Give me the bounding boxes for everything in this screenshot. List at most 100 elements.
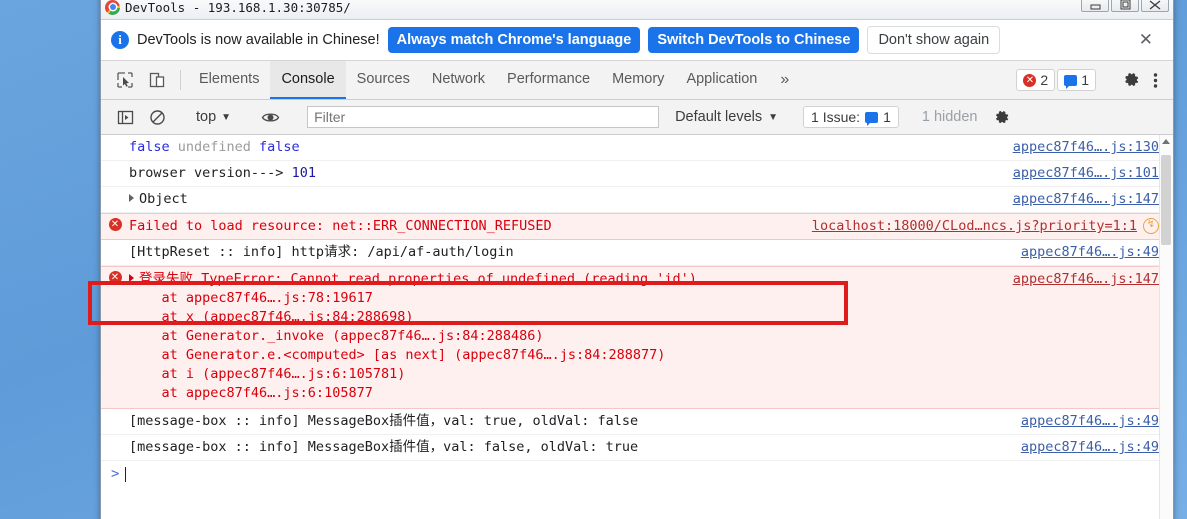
- hidden-messages-label: 1 hidden: [921, 109, 978, 125]
- info-icon: i: [111, 31, 129, 49]
- error-count-badge[interactable]: ✕ 2: [1016, 69, 1056, 91]
- minimize-button[interactable]: [1081, 0, 1109, 12]
- console-prompt[interactable]: >: [101, 461, 1173, 482]
- console-scrollbar[interactable]: [1159, 135, 1173, 519]
- toolbar-divider: [180, 70, 181, 90]
- source-link[interactable]: appec87f46….js:101: [1013, 164, 1159, 183]
- gear-icon[interactable]: [1115, 71, 1147, 89]
- value-false: false: [129, 139, 170, 155]
- error-count-label: 2: [1040, 72, 1049, 88]
- console-row[interactable]: false undefined false appec87f46….js:130: [101, 135, 1173, 161]
- desktop-background: DevTools - 193.168.1.30:30785/ i DevTool…: [0, 0, 1187, 519]
- console-row[interactable]: [message-box :: info] MessageBox插件值，val:…: [101, 435, 1173, 461]
- console-log-area[interactable]: false undefined false appec87f46….js:130…: [101, 135, 1173, 519]
- row-gutter: [101, 190, 129, 191]
- stack-line[interactable]: at Generator.e.<computed> [as next] (app…: [101, 346, 666, 365]
- tab-network[interactable]: Network: [421, 61, 496, 99]
- stack-line[interactable]: at i (appec87f46….js:6:105781): [101, 365, 406, 384]
- console-row[interactable]: [HttpReset :: info] http请求: /api/af-auth…: [101, 240, 1173, 266]
- kebab-menu-icon[interactable]: [1149, 72, 1167, 89]
- issues-count: 1: [883, 109, 891, 125]
- row-content: [message-box :: info] MessageBox插件值，val:…: [129, 439, 639, 455]
- stack-line[interactable]: at x (appec87f46….js:84:288698): [101, 308, 414, 327]
- always-match-language-button[interactable]: Always match Chrome's language: [387, 27, 641, 53]
- stack-line[interactable]: at appec87f46….js:78:19617: [101, 289, 373, 308]
- maximize-button[interactable]: [1111, 0, 1139, 12]
- tab-memory[interactable]: Memory: [601, 61, 675, 99]
- language-banner: i DevTools is now available in Chinese! …: [101, 20, 1173, 61]
- row-gutter: ✕: [101, 270, 129, 284]
- expand-triangle-icon[interactable]: [129, 194, 134, 202]
- switch-devtools-to-chinese-button[interactable]: Switch DevTools to Chinese: [648, 27, 860, 53]
- source-link[interactable]: appec87f46….js:147: [1013, 270, 1159, 289]
- error-icon: ✕: [108, 271, 122, 284]
- row-gutter: [101, 138, 129, 139]
- dont-show-again-button[interactable]: Don't show again: [867, 26, 1001, 54]
- log-levels-label: Default levels: [675, 109, 763, 125]
- context-selector[interactable]: top ▼: [188, 109, 239, 125]
- inspect-cursor-icon[interactable]: [109, 61, 141, 99]
- console-row[interactable]: Object appec87f46….js:147: [101, 187, 1173, 213]
- error-icon: ✕: [108, 218, 122, 231]
- tabbar-status-area: ✕ 2 1: [1016, 61, 1173, 99]
- chevron-down-icon: ▼: [768, 111, 779, 123]
- value-undefined: undefined: [169, 139, 260, 155]
- scrollbar-thumb[interactable]: [1161, 155, 1171, 245]
- console-row[interactable]: [message-box :: info] MessageBox插件值，val:…: [101, 409, 1173, 435]
- console-settings-gear-icon[interactable]: [986, 109, 1017, 126]
- window-titlebar: DevTools - 193.168.1.30:30785/: [101, 0, 1173, 20]
- console-toolbar: top ▼ Default levels ▼ 1 Issue: 1: [101, 100, 1173, 135]
- chrome-logo-icon: [105, 0, 120, 15]
- banner-message: DevTools is now available in Chinese!: [137, 32, 380, 48]
- tab-application[interactable]: Application: [675, 61, 768, 99]
- console-row-error[interactable]: ✕ Failed to load resource: net::ERR_CONN…: [101, 213, 1173, 240]
- message-count-badge[interactable]: 1: [1057, 69, 1096, 91]
- window-title: DevTools - 193.168.1.30:30785/: [125, 0, 351, 15]
- chevron-down-icon: ▼: [221, 111, 232, 123]
- expand-triangle-icon[interactable]: [129, 274, 134, 282]
- tab-performance[interactable]: Performance: [496, 61, 601, 99]
- log-number: 101: [291, 165, 316, 181]
- message-icon: [1064, 74, 1078, 89]
- live-expression-icon[interactable]: [254, 110, 286, 125]
- source-link[interactable]: localhost:18000/CLod…ncs.js?priority=1:1…: [812, 217, 1159, 236]
- tab-elements[interactable]: Elements: [188, 61, 270, 99]
- devtools-tabbar: Elements Console Sources Network Perform…: [101, 61, 1173, 100]
- row-content: [HttpReset :: info] http请求: /api/af-auth…: [129, 244, 514, 260]
- row-gutter: [101, 243, 129, 244]
- more-tabs-icon[interactable]: »: [768, 61, 801, 99]
- window-controls: [1081, 0, 1169, 12]
- log-levels-selector[interactable]: Default levels ▼: [665, 109, 788, 125]
- log-text: browser version--->: [129, 165, 292, 181]
- show-console-sidebar-icon[interactable]: [109, 109, 141, 126]
- filter-input[interactable]: [307, 106, 660, 128]
- prompt-arrow-icon: >: [111, 466, 120, 482]
- source-link[interactable]: appec87f46….js:49: [1021, 438, 1159, 457]
- close-banner-icon[interactable]: ✕: [1133, 30, 1159, 51]
- tab-label: Network: [431, 71, 486, 87]
- source-link[interactable]: appec87f46….js:49: [1021, 412, 1159, 431]
- tab-console[interactable]: Console: [270, 61, 346, 99]
- source-link[interactable]: appec87f46….js:49: [1021, 243, 1159, 262]
- issues-label: 1 Issue:: [811, 109, 861, 125]
- stack-line[interactable]: at appec87f46….js:6:105877: [101, 384, 373, 403]
- stack-line[interactable]: at Generator._invoke (appec87f46….js:84:…: [101, 327, 544, 346]
- tab-label: Application: [686, 71, 758, 87]
- issues-badge[interactable]: 1 Issue: 1: [803, 106, 899, 128]
- device-toolbar-icon[interactable]: [141, 61, 173, 99]
- tab-sources[interactable]: Sources: [346, 61, 421, 99]
- source-link[interactable]: appec87f46….js:147: [1013, 190, 1159, 209]
- scroll-up-icon[interactable]: [1162, 139, 1170, 144]
- clear-console-icon[interactable]: [141, 109, 173, 126]
- console-row[interactable]: browser version---> 101 appec87f46….js:1…: [101, 161, 1173, 187]
- tab-label: Memory: [612, 71, 665, 87]
- tab-label: Elements: [199, 71, 260, 87]
- close-button[interactable]: [1141, 0, 1169, 12]
- source-link[interactable]: appec87f46….js:130: [1013, 138, 1159, 157]
- error-icon: ✕: [1023, 73, 1037, 87]
- message-icon: [865, 111, 879, 126]
- issue-warning-icon[interactable]: ↯: [1143, 218, 1159, 234]
- row-gutter: [101, 412, 129, 413]
- console-error-block[interactable]: ✕ 登录失败 TypeError: Cannot read properties…: [101, 266, 1173, 409]
- tab-label: Sources: [356, 71, 410, 87]
